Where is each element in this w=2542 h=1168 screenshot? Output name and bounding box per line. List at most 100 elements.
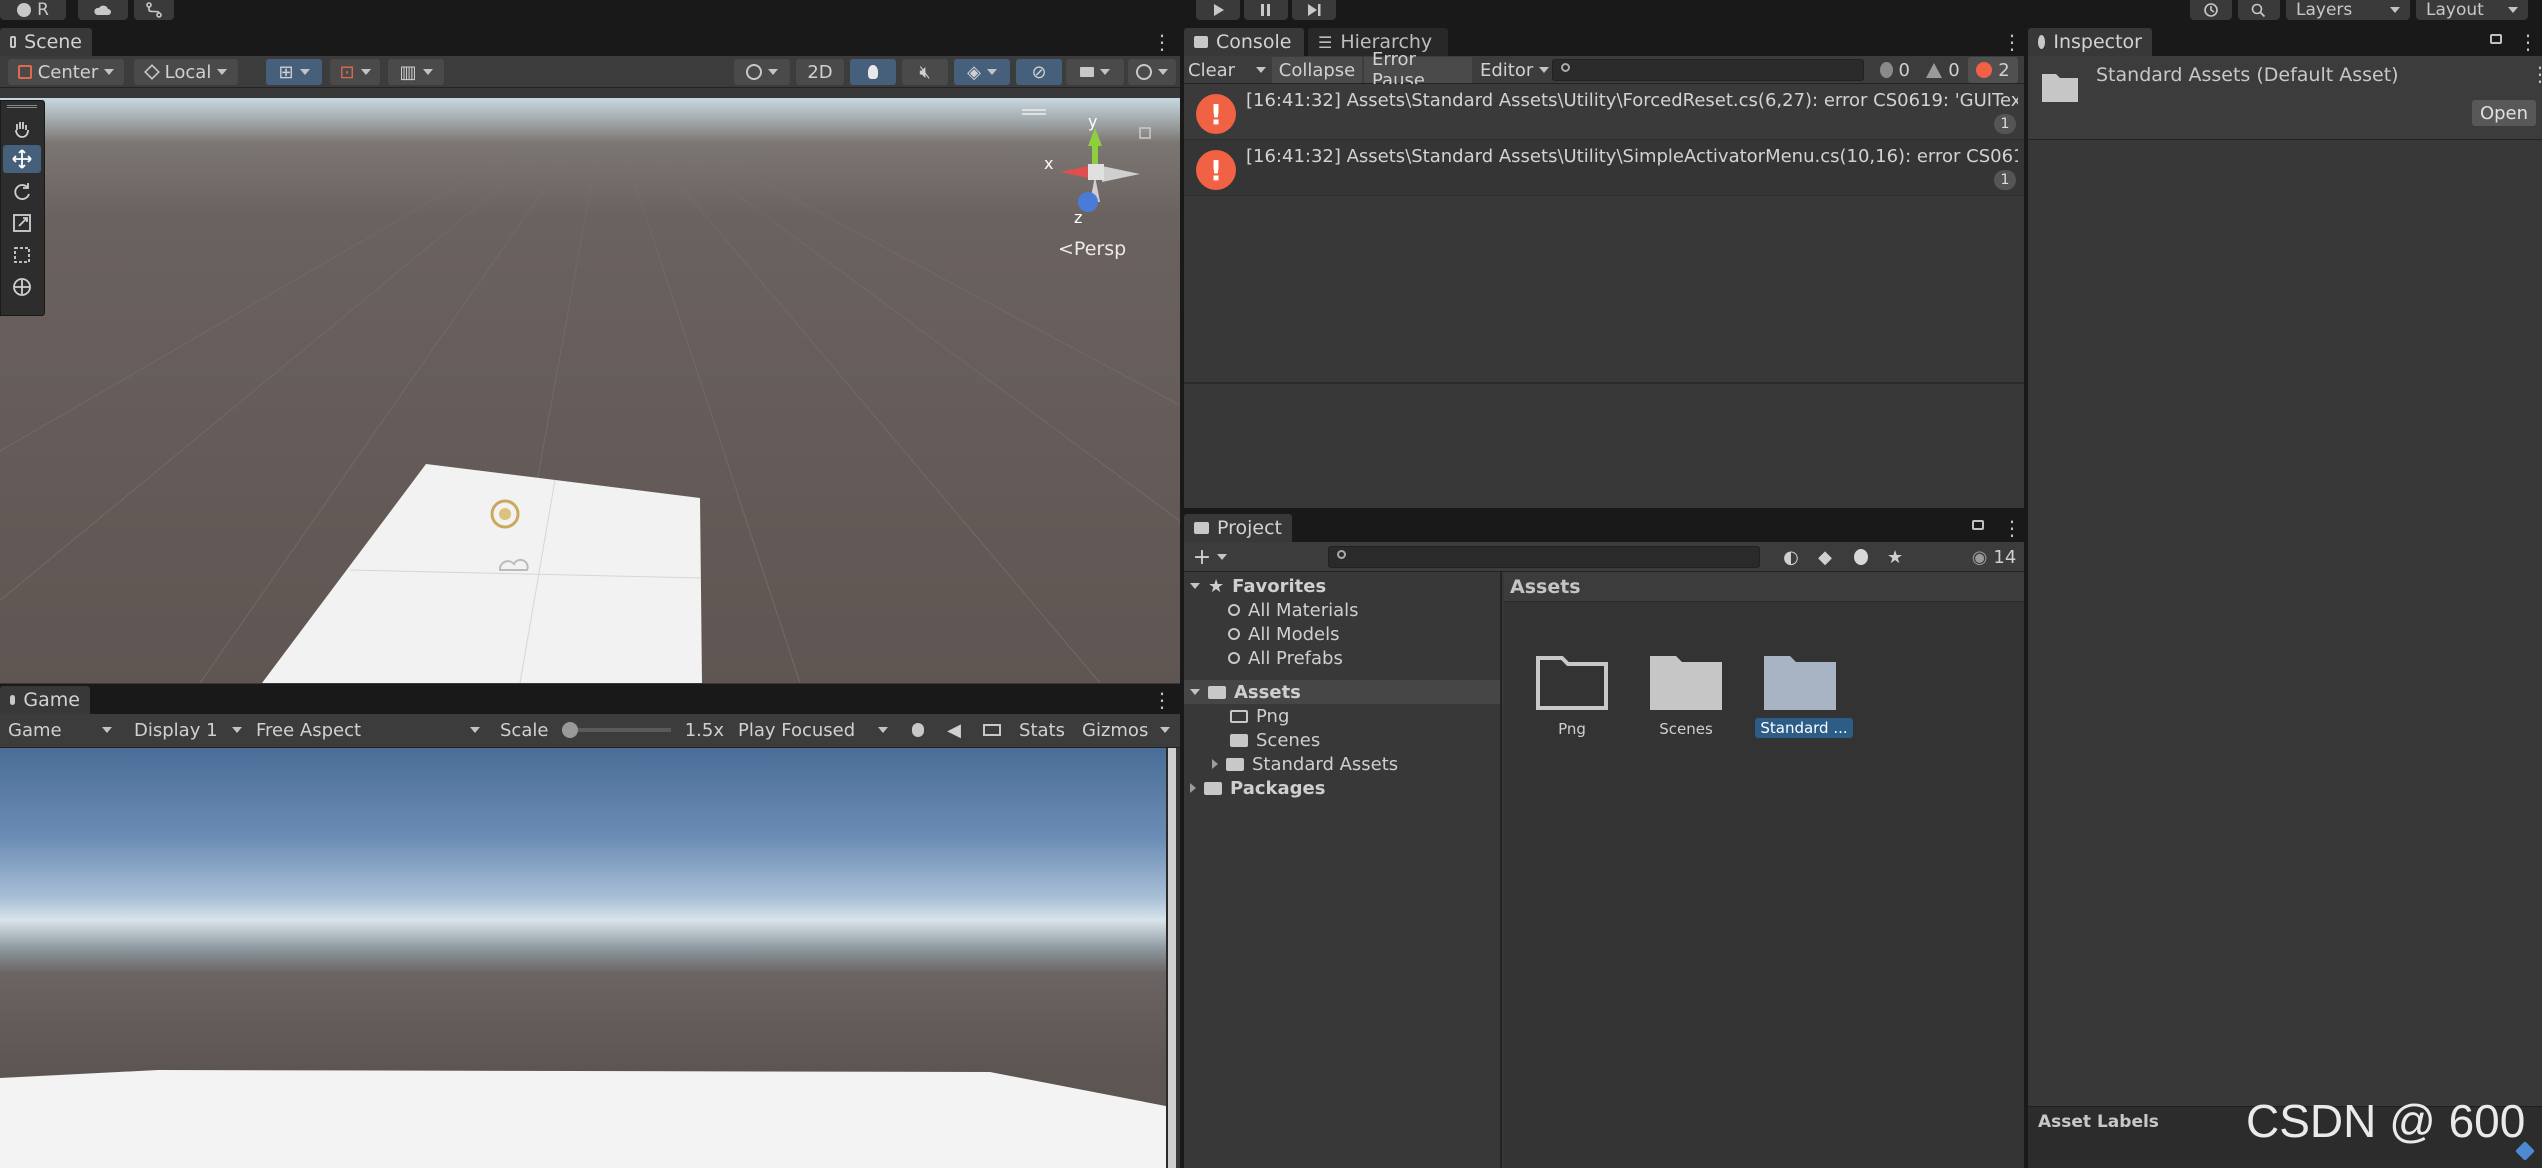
favorites-toggle[interactable]: ★ [1880, 544, 1910, 570]
play-mode-select[interactable]: Play Focused [730, 717, 896, 743]
pause-button[interactable] [1244, 0, 1288, 20]
scene-menu-icon[interactable]: ⋮ [1152, 30, 1172, 54]
camera-settings-button[interactable] [1066, 59, 1124, 85]
error-filter-toggle[interactable]: 2 [1968, 57, 2018, 83]
lock-icon[interactable] [1972, 520, 1984, 530]
editor-dropdown[interactable]: Editor [1476, 57, 1550, 83]
collab-button[interactable] [134, 0, 174, 20]
cloud-button[interactable] [78, 0, 128, 20]
search-icon [1337, 550, 1346, 559]
folder-item[interactable]: Png [1230, 704, 1289, 728]
search-by-type-button[interactable]: ◐ [1776, 544, 1806, 570]
favorites-node[interactable]: ★ Favorites [1190, 574, 1326, 598]
hand-tool[interactable] [3, 115, 41, 143]
clear-button[interactable]: Clear [1184, 57, 1270, 83]
inspector-menu-icon[interactable]: ⋮ [2518, 30, 2538, 54]
scale-thumb[interactable] [562, 722, 579, 738]
aspect-select[interactable]: Free Aspect [248, 717, 488, 743]
mute-audio-button[interactable]: ◀︎ [938, 717, 970, 743]
layout-dropdown[interactable]: Layout [2416, 0, 2528, 20]
space-dropdown[interactable]: Local [134, 59, 238, 85]
console-message[interactable]: ! [16:41:32] Assets\Standard Assets\Util… [1184, 84, 2024, 140]
assets-node[interactable]: Assets [1184, 680, 1500, 704]
favorite-item[interactable]: All Prefabs [1228, 646, 1343, 670]
drag-handle[interactable] [7, 105, 37, 108]
toggle-2d-button[interactable]: 2D [796, 59, 844, 85]
play-button[interactable] [1196, 0, 1240, 20]
tab-console[interactable]: Console [1184, 28, 1304, 56]
game-menu-icon[interactable]: ⋮ [1152, 688, 1172, 712]
favorite-item[interactable]: All Models [1228, 622, 1339, 646]
rect-tool[interactable] [3, 241, 41, 269]
component-menu-icon[interactable]: ⋮ [2530, 62, 2542, 86]
favorite-item[interactable]: All Materials [1228, 598, 1359, 622]
game-viewport[interactable] [0, 748, 1176, 1168]
lock-icon[interactable] [1139, 127, 1151, 139]
history-button[interactable] [2190, 0, 2232, 20]
error-pause-toggle[interactable]: Error Pause [1364, 49, 1472, 91]
move-tool[interactable] [3, 145, 41, 173]
hamburger-icon[interactable] [1022, 109, 1046, 115]
open-button[interactable]: Open [2472, 100, 2536, 126]
console-message[interactable]: ! [16:41:32] Assets\Standard Assets\Util… [1184, 140, 2024, 196]
display-select[interactable]: Display 1 [126, 717, 250, 743]
layers-dropdown[interactable]: Layers [2286, 0, 2410, 20]
debug-button[interactable] [902, 717, 934, 743]
console-search-input[interactable] [1552, 59, 1864, 81]
info-filter-toggle[interactable]: 0 [1872, 57, 1918, 83]
account-button[interactable]: R [0, 0, 66, 20]
folder-item[interactable]: Standard Assets [1212, 752, 1398, 776]
game-gizmos-button[interactable]: Gizmos [1074, 717, 1178, 743]
stats-button[interactable]: Stats [1014, 717, 1070, 743]
increment-snap-button[interactable]: ⊡ [330, 59, 380, 85]
tab-scene[interactable]: Scene [0, 28, 92, 56]
orientation-gizmo[interactable] [1060, 128, 1140, 212]
lighting-toggle[interactable] [850, 59, 896, 85]
keyboard-button[interactable] [974, 717, 1010, 743]
scale-tool[interactable] [3, 209, 41, 237]
scene-viewport[interactable]: x y z <Persp [0, 98, 1180, 683]
tab-game[interactable]: Game [0, 686, 90, 714]
project-search-input[interactable] [1328, 546, 1760, 568]
pivot-dropdown[interactable]: Center [8, 59, 124, 85]
chevron-down-icon [217, 69, 228, 75]
draw-mode-button[interactable] [734, 59, 790, 85]
step-button[interactable] [1292, 0, 1336, 20]
view-select[interactable]: Game [0, 717, 120, 743]
console-message-count: 1 [1994, 170, 2016, 190]
projection-toggle[interactable]: <Persp [1058, 238, 1126, 260]
console-menu-icon[interactable]: ⋮ [2002, 30, 2022, 54]
warning-filter-toggle[interactable]: 0 [1920, 57, 1966, 83]
favorite-label: All Prefabs [1248, 647, 1343, 669]
rotate-tool[interactable] [3, 177, 41, 205]
horizontal-splitter[interactable] [1184, 508, 2024, 512]
scale-slider[interactable]: Scale 1.5x [492, 717, 732, 743]
scene-visibility-toggle[interactable]: ⊘ [1016, 59, 1062, 85]
grid-visibility-button[interactable]: ▥ [388, 59, 444, 85]
transform-tool[interactable] [3, 273, 41, 301]
top-toolbar: R Layers Layout [0, 0, 2542, 26]
create-button[interactable]: + [1188, 544, 1232, 570]
scale-track[interactable] [562, 722, 671, 738]
hidden-packages-toggle[interactable]: ◉ 14 [1966, 544, 2022, 570]
search-by-log-button[interactable] [1846, 544, 1876, 570]
project-menu-icon[interactable]: ⋮ [2002, 516, 2022, 540]
gizmos-button[interactable] [1128, 59, 1176, 85]
folder-item[interactable]: Scenes [1230, 728, 1320, 752]
folder-icon [1650, 656, 1722, 710]
lock-icon[interactable] [2490, 34, 2502, 44]
search-button[interactable] [2238, 0, 2280, 20]
folder-icon [1194, 522, 1209, 534]
search-by-label-button[interactable]: ◆ [1810, 544, 1840, 570]
tab-project[interactable]: Project [1184, 514, 1292, 542]
effects-toggle[interactable]: ◈ [954, 59, 1010, 85]
tab-inspector[interactable]: Inspector [2028, 28, 2152, 56]
breadcrumb-assets[interactable]: Assets [1510, 576, 1581, 598]
collapse-toggle[interactable]: Collapse [1272, 57, 1362, 83]
game-scrollbar[interactable] [1166, 748, 1176, 1168]
plus-icon: + [1192, 544, 1212, 570]
packages-node[interactable]: Packages [1190, 776, 1325, 800]
audio-toggle[interactable]: 🔇︎ [902, 59, 948, 85]
grid-snap-button[interactable]: ⊞ [266, 59, 322, 85]
console-detail-splitter[interactable] [1184, 382, 2024, 384]
